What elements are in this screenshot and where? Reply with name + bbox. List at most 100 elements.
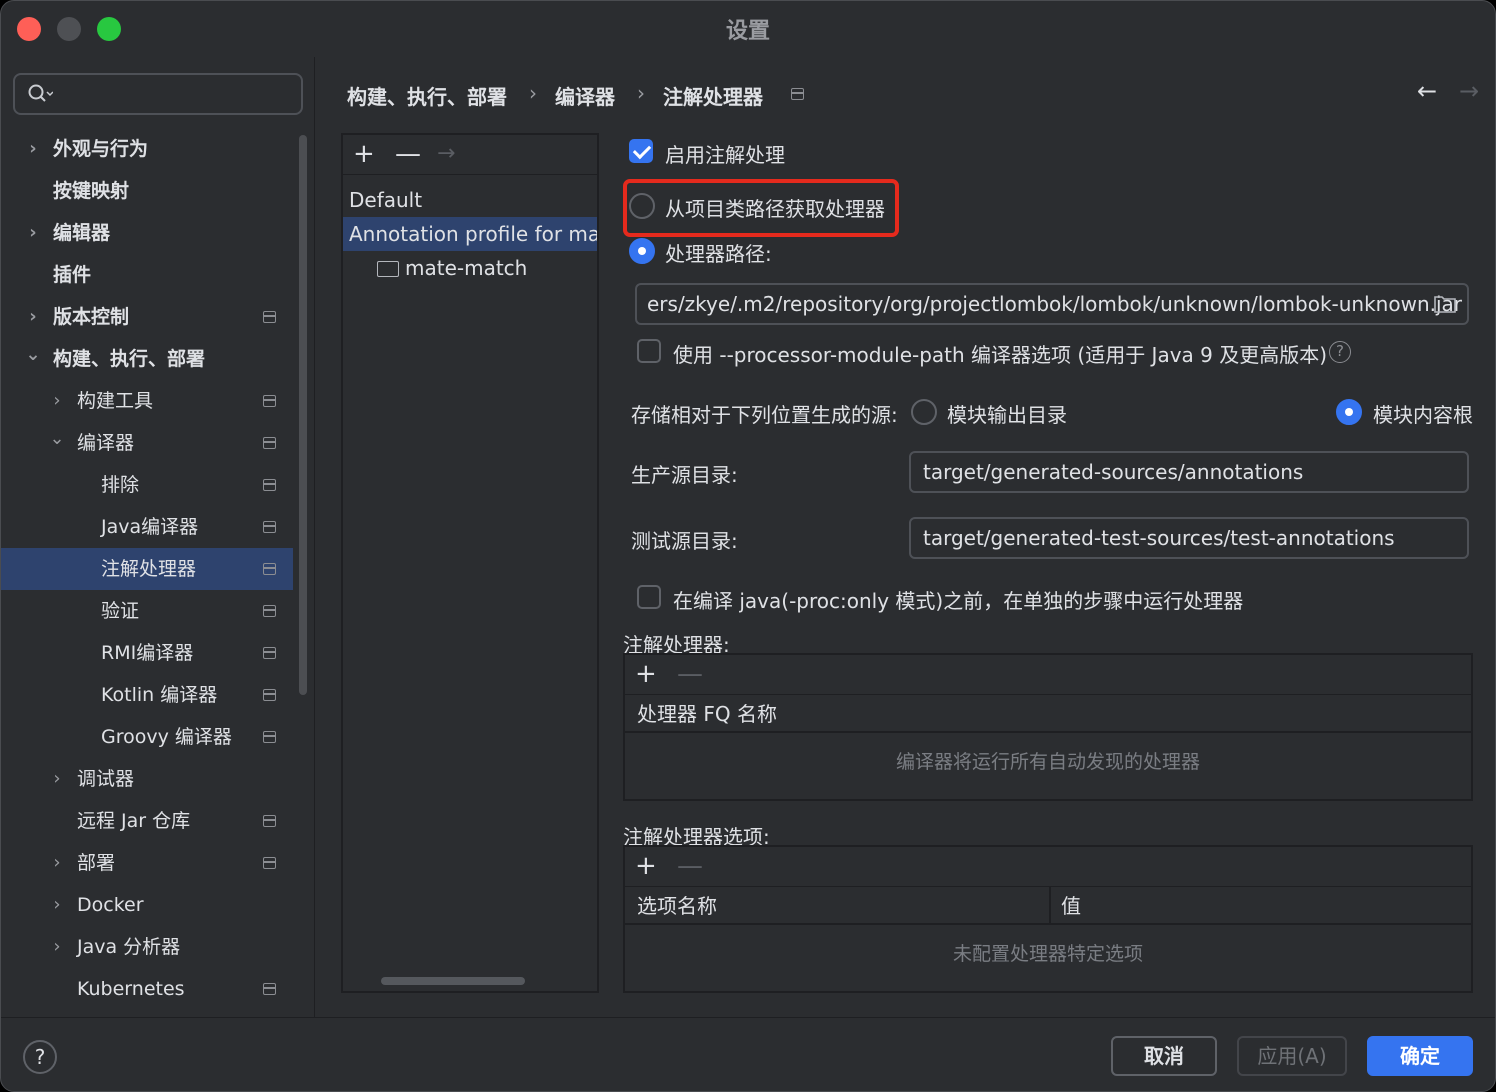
project-level-icon bbox=[263, 647, 276, 659]
store-generated-sources-label: 存储相对于下列位置生成的源: bbox=[631, 403, 898, 427]
sidebar-item-validation[interactable]: 验证 bbox=[1, 590, 293, 632]
sidebar-item-keymap[interactable]: 按键映射 bbox=[1, 170, 293, 212]
sidebar-item-rmi-compiler[interactable]: RMI编译器 bbox=[1, 632, 293, 674]
sidebar-item-deployment[interactable]: › 部署 bbox=[1, 842, 293, 884]
chevron-down-icon[interactable]: ⌄ bbox=[25, 334, 41, 376]
move-to-profile-button[interactable]: → bbox=[437, 139, 455, 169]
options-empty-text: 未配置处理器特定选项 bbox=[952, 943, 1143, 965]
sidebar-item-build-tools[interactable]: › 构建工具 bbox=[1, 380, 293, 422]
chevron-down-icon[interactable]: ⌄ bbox=[49, 418, 65, 460]
processors-toolbar: + — bbox=[625, 655, 1471, 695]
remove-profile-button[interactable]: — bbox=[395, 139, 421, 169]
chevron-right-icon[interactable]: › bbox=[25, 296, 41, 338]
dialog-footer: ? 取消 应用(A) 确定 bbox=[1, 1017, 1495, 1091]
sidebar-item-excludes[interactable]: 排除 bbox=[1, 464, 293, 506]
help-icon[interactable]: ? bbox=[1329, 341, 1351, 363]
sidebar-item-annotation-processors[interactable]: 注解处理器 bbox=[1, 548, 293, 590]
sidebar-item-java-compiler[interactable]: Java编译器 bbox=[1, 506, 293, 548]
project-level-icon bbox=[263, 395, 276, 407]
test-sources-dir-field[interactable]: target/generated-test-sources/test-annot… bbox=[909, 517, 1469, 559]
sidebar-item-kotlin-compiler[interactable]: Kotlin 编译器 bbox=[1, 674, 293, 716]
processor-module-path-checkbox[interactable] bbox=[637, 339, 661, 363]
sidebar-item-remote-jar[interactable]: 远程 Jar 仓库 bbox=[1, 800, 293, 842]
add-option-button[interactable]: + bbox=[635, 851, 657, 881]
cancel-button[interactable]: 取消 bbox=[1111, 1036, 1217, 1076]
chevron-right-icon[interactable]: › bbox=[25, 212, 41, 254]
sidebar-scrollbar[interactable] bbox=[299, 135, 307, 695]
sidebar-item-editor[interactable]: › 编辑器 bbox=[1, 212, 293, 254]
sidebar-item-label: Java编译器 bbox=[101, 516, 199, 538]
chevron-right-icon[interactable]: › bbox=[49, 842, 65, 884]
annotation-highlight bbox=[623, 179, 899, 237]
settings-sidebar: › 外观与行为 按键映射 › 编辑器 插件 › 版本控制 ⌄ 构建、执行、部署 … bbox=[1, 57, 315, 1017]
production-sources-dir-field[interactable]: target/generated-sources/annotations bbox=[909, 451, 1469, 493]
module-mate-match[interactable]: mate-match bbox=[343, 251, 597, 285]
ok-button[interactable]: 确定 bbox=[1367, 1036, 1473, 1076]
chevron-right-icon[interactable]: › bbox=[25, 128, 41, 170]
breadcrumb-compiler[interactable]: 编译器 bbox=[555, 81, 615, 110]
help-button[interactable]: ? bbox=[23, 1040, 57, 1074]
options-toolbar: + — bbox=[625, 847, 1471, 887]
title-bar: 设置 bbox=[1, 1, 1495, 57]
module-label: mate-match bbox=[405, 256, 528, 280]
profiles-panel: + — → Default Annotation profile for mat… bbox=[341, 133, 599, 993]
project-level-icon bbox=[263, 311, 276, 323]
processors-empty-text: 编译器将运行所有自动发现的处理器 bbox=[895, 751, 1200, 773]
sidebar-item-label: 部署 bbox=[77, 852, 116, 874]
forward-arrow-icon[interactable]: → bbox=[1459, 77, 1479, 105]
enable-annotation-processing-checkbox[interactable] bbox=[629, 139, 653, 163]
processors-table-header: 处理器 FQ 名称 bbox=[625, 695, 1471, 733]
sidebar-item-label: Kubernetes bbox=[77, 978, 185, 1000]
remove-processor-button[interactable]: — bbox=[677, 659, 703, 689]
module-content-root-radio[interactable] bbox=[1336, 399, 1362, 425]
option-value-column[interactable]: 值 bbox=[1061, 887, 1081, 925]
sidebar-item-label: 调试器 bbox=[77, 768, 135, 790]
remove-option-button[interactable]: — bbox=[677, 851, 703, 881]
sidebar-item-label: 插件 bbox=[53, 264, 92, 286]
sidebar-item-label: 构建工具 bbox=[77, 390, 154, 412]
add-profile-button[interactable]: + bbox=[353, 139, 375, 169]
sidebar-item-plugins[interactable]: 插件 bbox=[1, 254, 293, 296]
production-sources-dir-label: 生产源目录: bbox=[631, 463, 738, 487]
sidebar-item-docker[interactable]: › Docker bbox=[1, 884, 293, 926]
chevron-right-icon[interactable]: › bbox=[49, 380, 65, 422]
module-output-dir-label: 模块输出目录 bbox=[947, 403, 1067, 427]
sidebar-item-debugger[interactable]: › 调试器 bbox=[1, 758, 293, 800]
add-processor-button[interactable]: + bbox=[635, 659, 657, 689]
sidebar-item-label: Groovy 编译器 bbox=[101, 726, 232, 748]
project-level-icon bbox=[263, 605, 276, 617]
test-sources-dir-label: 测试源目录: bbox=[631, 529, 738, 553]
search-input[interactable] bbox=[13, 73, 303, 115]
processor-path-field[interactable]: ers/zkye/.m2/repository/org/projectlombo… bbox=[635, 283, 1469, 325]
profiles-horizontal-scrollbar[interactable] bbox=[381, 977, 525, 985]
module-output-dir-radio[interactable] bbox=[911, 399, 937, 425]
sidebar-item-compiler[interactable]: ⌄ 编译器 bbox=[1, 422, 293, 464]
processor-path-radio[interactable] bbox=[629, 238, 655, 264]
sidebar-item-label: 外观与行为 bbox=[53, 138, 149, 160]
breadcrumb-build[interactable]: 构建、执行、部署 bbox=[347, 81, 507, 110]
back-arrow-icon[interactable]: ← bbox=[1417, 77, 1437, 105]
chevron-right-icon[interactable]: › bbox=[49, 884, 65, 926]
column-divider[interactable] bbox=[1049, 887, 1051, 923]
folder-icon bbox=[377, 261, 399, 277]
sidebar-item-java-profiler[interactable]: › Java 分析器 bbox=[1, 926, 293, 968]
sidebar-item-vcs[interactable]: › 版本控制 bbox=[1, 296, 293, 338]
sidebar-item-groovy-compiler[interactable]: Groovy 编译器 bbox=[1, 716, 293, 758]
chevron-right-icon[interactable]: › bbox=[49, 926, 65, 968]
project-level-icon bbox=[791, 88, 804, 100]
processor-fq-name-column[interactable]: 处理器 FQ 名称 bbox=[637, 695, 777, 733]
browse-folder-icon[interactable] bbox=[1433, 294, 1457, 314]
sidebar-item-label: RMI编译器 bbox=[101, 642, 194, 664]
chevron-right-icon[interactable]: › bbox=[49, 758, 65, 800]
project-level-icon bbox=[263, 437, 276, 449]
profile-mate-match[interactable]: Annotation profile for mate-match bbox=[343, 217, 597, 251]
run-processors-separately-checkbox[interactable] bbox=[637, 585, 661, 609]
sidebar-item-appearance[interactable]: › 外观与行为 bbox=[1, 128, 293, 170]
profile-default[interactable]: Default bbox=[343, 183, 597, 217]
option-name-column[interactable]: 选项名称 bbox=[637, 887, 717, 925]
search-icon bbox=[28, 84, 53, 102]
project-level-icon bbox=[263, 731, 276, 743]
apply-button[interactable]: 应用(A) bbox=[1237, 1036, 1347, 1076]
sidebar-item-kubernetes[interactable]: Kubernetes bbox=[1, 968, 293, 1010]
sidebar-item-build[interactable]: ⌄ 构建、执行、部署 bbox=[1, 338, 293, 380]
